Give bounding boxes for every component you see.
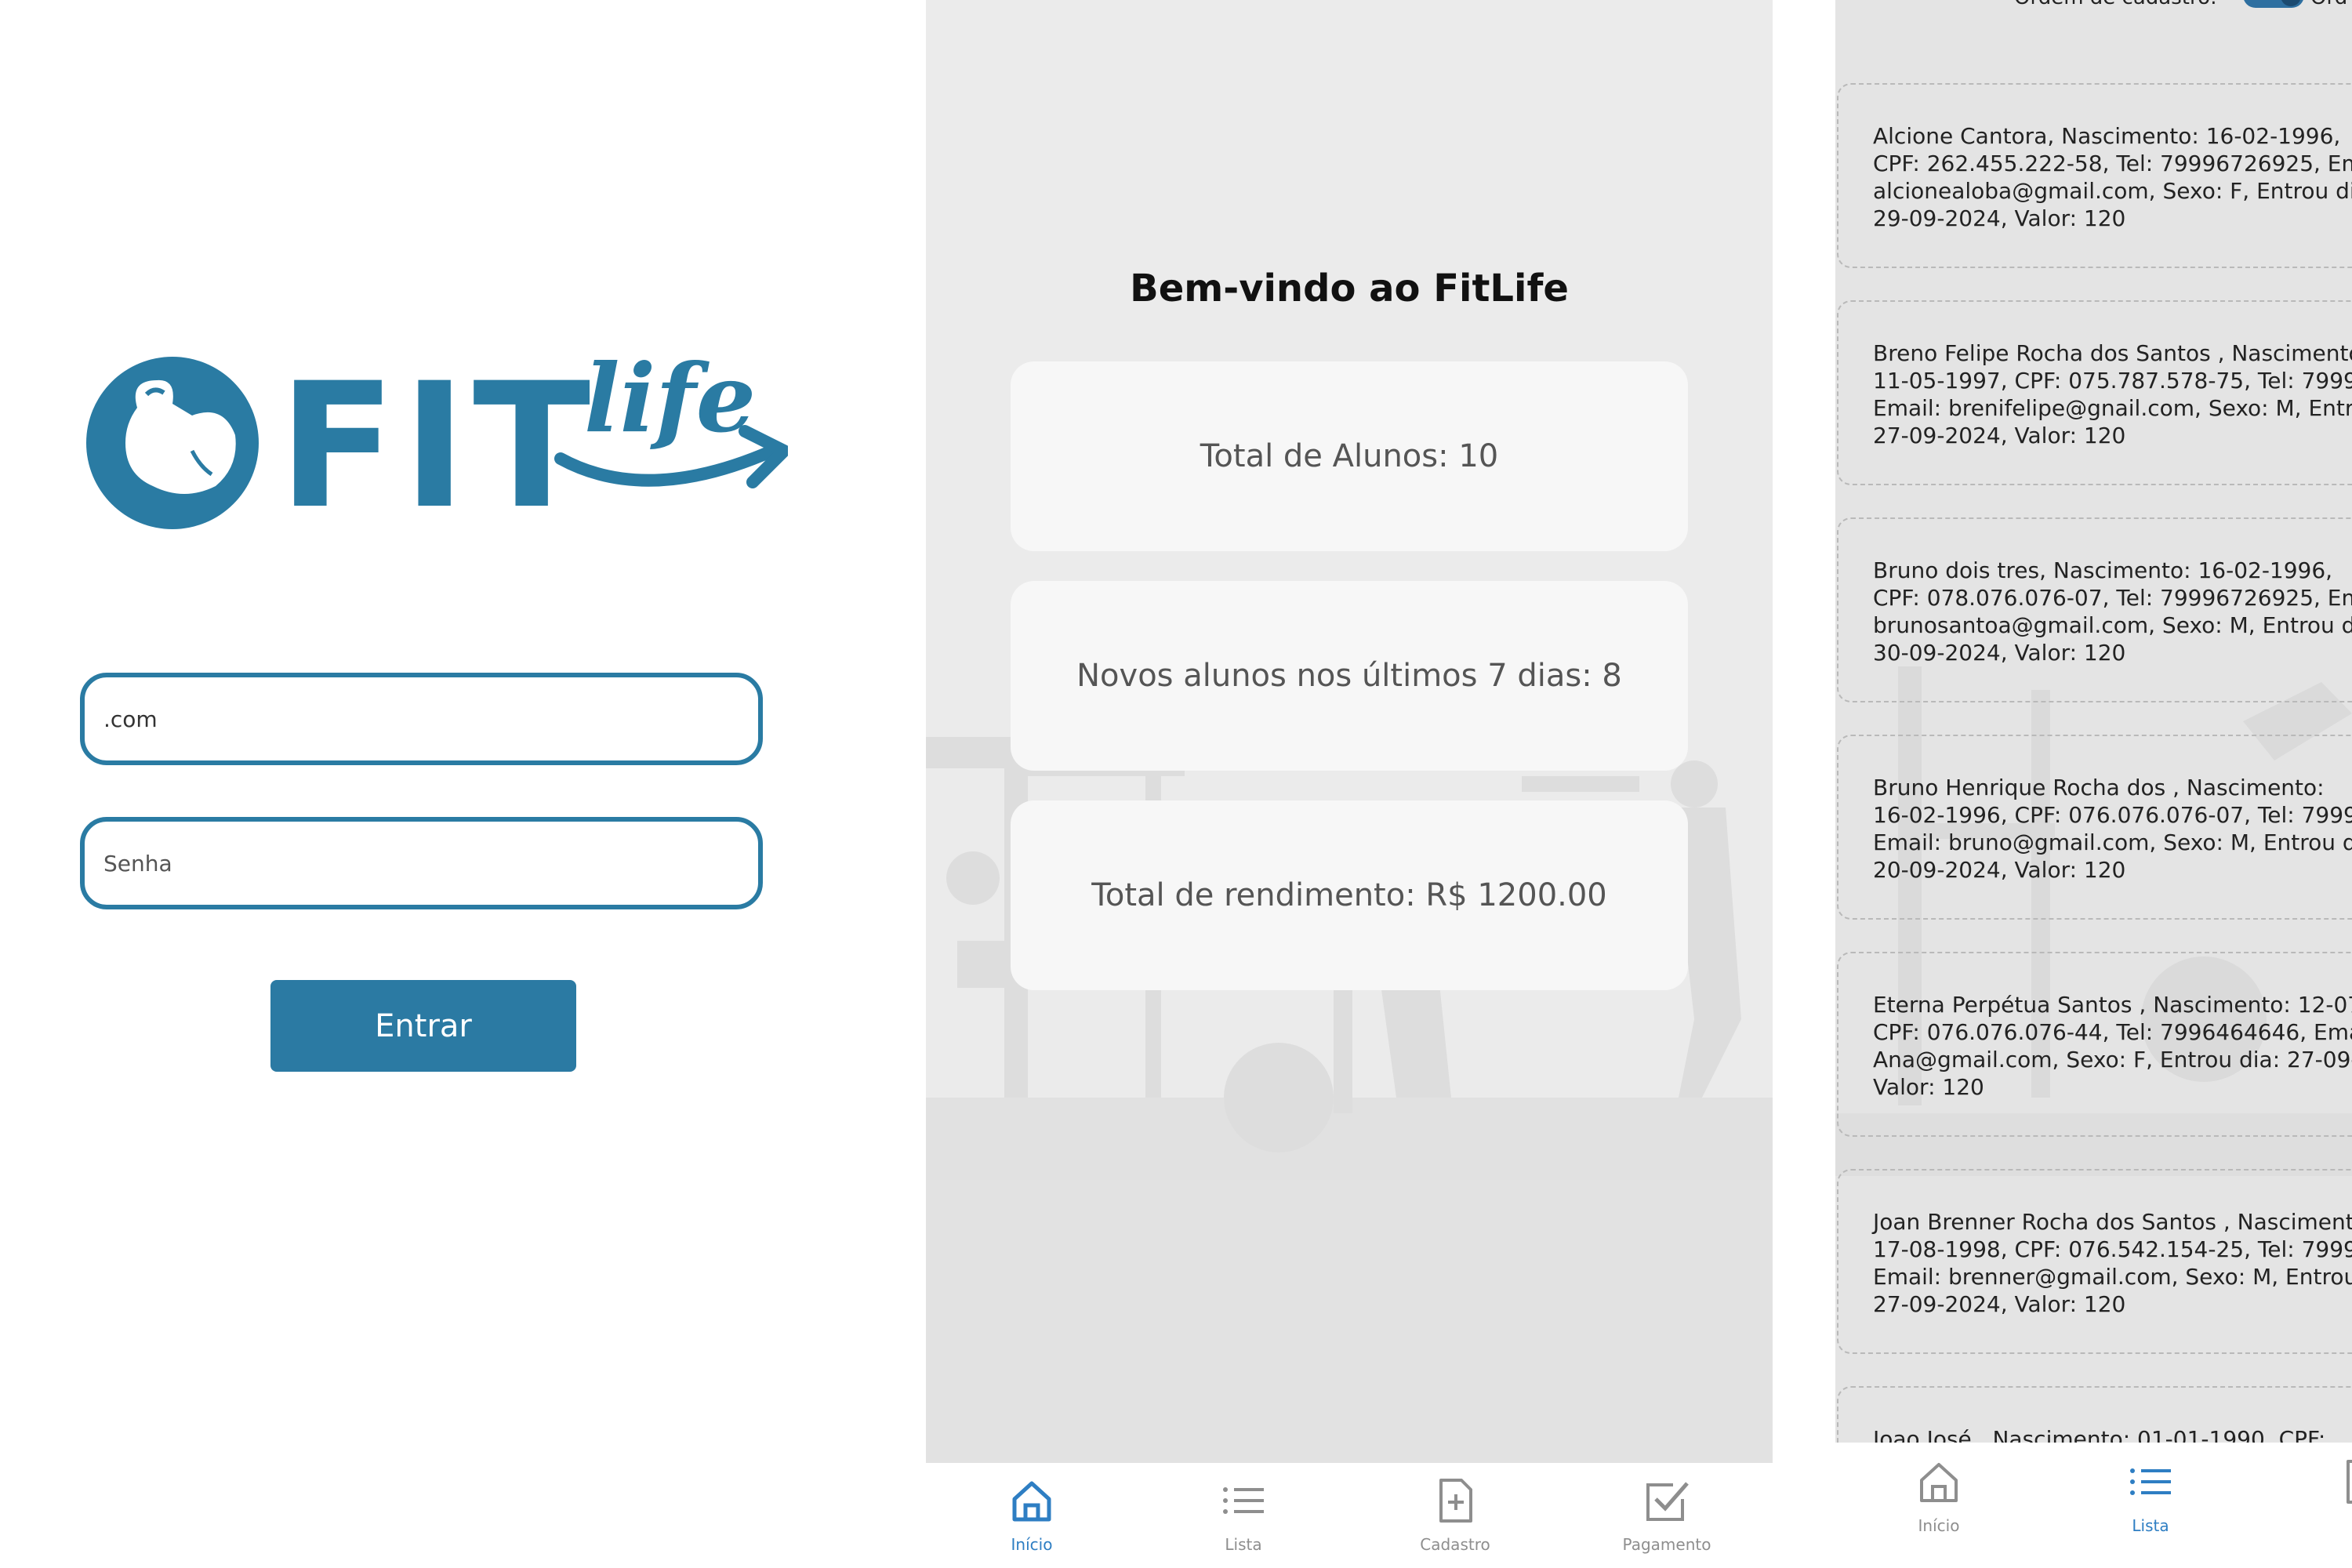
password-placeholder: Senha — [103, 850, 172, 877]
logo-fit-text: FIT — [278, 349, 597, 537]
checkbox-icon — [1646, 1482, 1689, 1521]
nav-item-lista[interactable]: Lista — [1138, 1463, 1349, 1568]
list-item[interactable]: Bruno Henrique Rocha dos , Nascimento: 1… — [1837, 735, 2352, 920]
nav-item-lista[interactable]: Lista — [2045, 1443, 2256, 1535]
student-info: Breno Felipe Rocha dos Santos , Nascimen… — [1873, 340, 2352, 448]
student-info: Alcione Cantora, Nascimento: 16-02-1996,… — [1873, 123, 2352, 231]
logo-life-text: life — [584, 349, 756, 454]
student-info: Joan Brenner Rocha dos Santos , Nascimen… — [1873, 1209, 2352, 1317]
stat-card-new-students: Novos alunos nos últimos 7 dias: 8 — [1011, 581, 1688, 771]
home-screen: Bem-vindo ao FitLife Total de Alunos: 10… — [926, 0, 1773, 1568]
home-icon — [1920, 1463, 1958, 1502]
home-icon — [1012, 1481, 1051, 1522]
password-field[interactable]: Senha — [80, 817, 763, 909]
email-field[interactable]: .com — [80, 673, 763, 765]
add-file-icon — [2347, 1460, 2352, 1504]
nav-label-inicio: Início — [1918, 1516, 1960, 1535]
nav-label-lista: Lista — [2132, 1516, 2169, 1535]
student-list-screen: Ordem de cadastro: Ord Alcione Cantora, … — [1835, 0, 2352, 1568]
nav-item-cadastro[interactable]: Cadastro — [1349, 1463, 1561, 1568]
list-item[interactable]: Bruno dois tres, Nascimento: 16-02-1996,… — [1837, 517, 2352, 702]
nav-item-cadastro[interactable]: Ca — [2256, 1443, 2352, 1535]
sort-toggle[interactable] — [2243, 0, 2304, 8]
sort-toggle-label: Ord — [2310, 0, 2347, 9]
stat-total-text: Total de Alunos: 10 — [1200, 438, 1499, 474]
fitlife-logo: FIT life — [86, 349, 788, 537]
student-info: Bruno dois tres, Nascimento: 16-02-1996,… — [1873, 557, 2352, 666]
login-screen: FIT life .com Senha Entrar — [0, 0, 926, 1568]
list-item[interactable]: Breno Felipe Rocha dos Santos , Nascimen… — [1837, 300, 2352, 485]
nav-label-lista: Lista — [1225, 1535, 1262, 1554]
stat-new-text: Novos alunos nos últimos 7 dias: 8 — [1076, 658, 1622, 694]
student-info: Bruno Henrique Rocha dos , Nascimento: 1… — [1873, 775, 2352, 883]
list-icon — [2130, 1468, 2171, 1495]
stat-card-income: Total de rendimento: R$ 1200.00 — [1011, 800, 1688, 990]
nav-label-inicio: Início — [1011, 1535, 1053, 1554]
nav-label-cadastro: Cadastro — [1420, 1535, 1490, 1554]
list-item[interactable]: Eterna Perpétua Santos , Nascimento: 12-… — [1837, 952, 2352, 1137]
stat-card-total-students: Total de Alunos: 10 — [1011, 361, 1688, 551]
add-file-icon — [1439, 1479, 1472, 1523]
nav-item-pagamento[interactable]: Pagamento — [1561, 1463, 1773, 1568]
login-button[interactable]: Entrar — [270, 980, 576, 1072]
stat-income-text: Total de rendimento: R$ 1200.00 — [1091, 877, 1607, 913]
nav-item-inicio[interactable]: Início — [926, 1463, 1138, 1568]
sort-label: Ordem de cadastro: — [2014, 0, 2217, 9]
bottom-nav: Início Lista Ca — [1835, 1443, 2352, 1568]
sort-row: Ordem de cadastro: Ord — [1835, 0, 2352, 17]
list-item[interactable]: Joan Brenner Rocha dos Santos , Nascimen… — [1837, 1169, 2352, 1354]
nav-label-pagamento: Pagamento — [1622, 1535, 1711, 1554]
bottom-nav: Início Lista Cadastro Pagamento — [926, 1463, 1773, 1568]
list-item[interactable]: Alcione Cantora, Nascimento: 16-02-1996,… — [1837, 83, 2352, 268]
student-info: Eterna Perpétua Santos , Nascimento: 12-… — [1873, 992, 2352, 1100]
welcome-title: Bem-vindo ao FitLife — [1130, 267, 1569, 310]
email-value: .com — [103, 706, 158, 732]
list-icon — [1223, 1487, 1264, 1514]
nav-item-inicio[interactable]: Início — [1835, 1443, 2045, 1535]
